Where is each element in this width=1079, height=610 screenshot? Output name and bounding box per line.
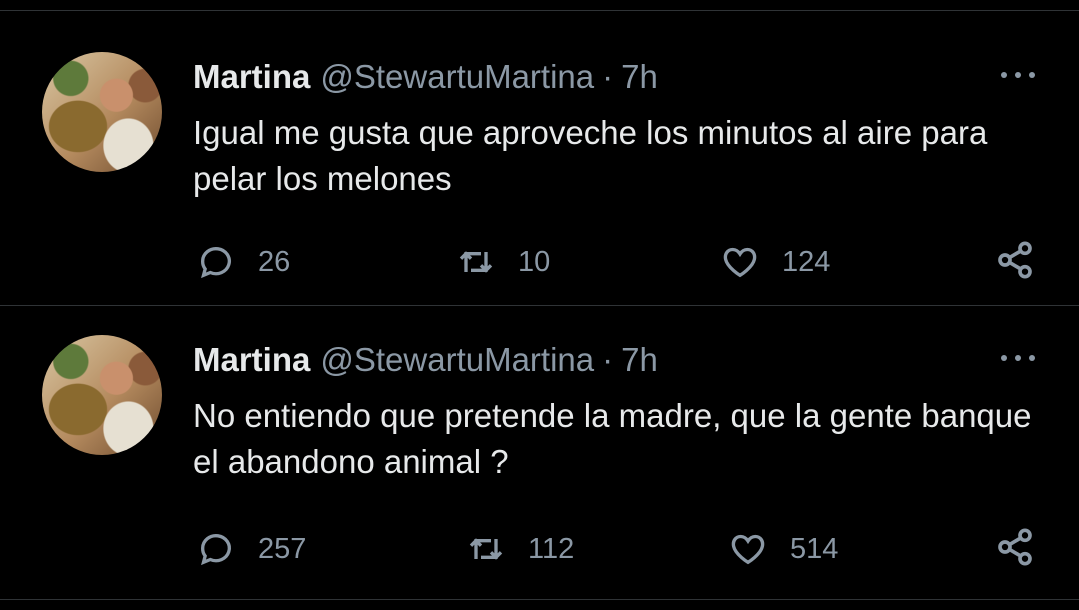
reply-icon — [201, 534, 231, 566]
retweet-count: 112 — [528, 532, 575, 565]
retweet-button[interactable]: 10 — [456, 240, 550, 284]
timestamp[interactable]: 7h — [621, 341, 658, 378]
avatar[interactable] — [42, 335, 162, 455]
more-icon[interactable] — [1001, 67, 1035, 81]
tweet[interactable]: Martina @StewartuMartina · 7h No entiendo q… — [0, 294, 1079, 588]
author-handle[interactable]: @StewartuMartina — [320, 341, 594, 378]
like-count: 514 — [790, 532, 839, 565]
tweet-text: Igual me gusta que aproveche los minutos… — [193, 114, 988, 197]
reply-count: 26 — [258, 245, 291, 278]
like-button[interactable]: 514 — [728, 527, 838, 571]
like-icon — [723, 247, 757, 278]
reply-icon — [201, 247, 231, 279]
like-button[interactable]: 124 — [720, 240, 830, 284]
reply-button[interactable]: 257 — [196, 527, 306, 571]
author-handle[interactable]: @StewartuMartina — [320, 58, 594, 95]
retweet-icon — [469, 538, 503, 560]
tweet[interactable]: Martina @StewartuMartina · 7h Igual me gust… — [0, 11, 1079, 305]
reply-button[interactable]: 26 — [196, 240, 290, 284]
share-icon — [998, 241, 1032, 279]
avatar[interactable] — [42, 52, 162, 172]
reply-count: 257 — [258, 532, 307, 565]
retweet-icon — [459, 251, 493, 273]
share-button[interactable] — [995, 240, 1035, 280]
retweet-count: 10 — [518, 245, 551, 278]
separator-dot: · — [602, 341, 614, 378]
tweet-header: Martina @StewartuMartina · 7h — [193, 338, 658, 382]
retweet-button[interactable]: 112 — [466, 527, 574, 571]
separator-dot: · — [602, 58, 614, 95]
author-name[interactable]: Martina — [193, 341, 310, 378]
share-button[interactable] — [995, 527, 1035, 567]
more-icon[interactable] — [1001, 350, 1035, 364]
timestamp[interactable]: 7h — [621, 58, 658, 95]
like-icon — [731, 534, 765, 565]
share-icon — [998, 528, 1032, 566]
tweet-text: No entiendo que pretende la madre, que l… — [193, 397, 1032, 480]
author-name[interactable]: Martina — [193, 58, 310, 95]
divider-bottom — [0, 599, 1079, 600]
like-count: 124 — [782, 245, 831, 278]
tweet-header: Martina @StewartuMartina · 7h — [193, 55, 658, 99]
